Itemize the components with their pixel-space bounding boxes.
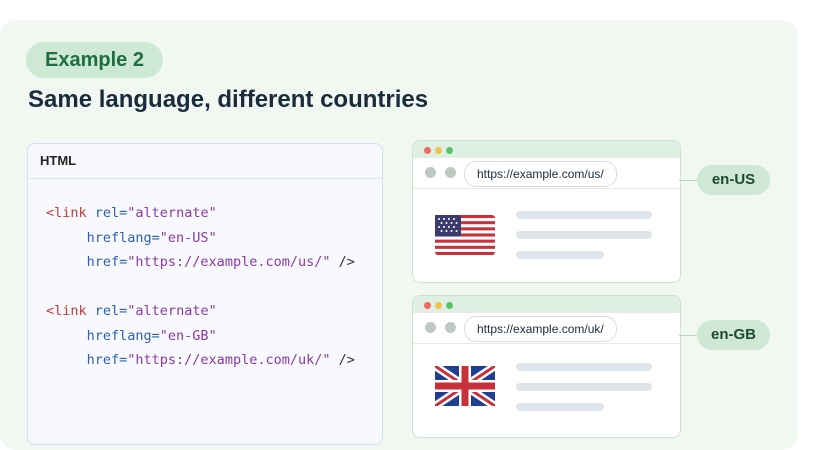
- forward-icon[interactable]: [445, 322, 456, 333]
- address-bar: https://example.com/us/: [413, 158, 680, 189]
- minimize-dot-icon[interactable]: [435, 302, 442, 309]
- code-value: "alternate": [127, 205, 217, 221]
- maximize-dot-icon[interactable]: [446, 147, 453, 154]
- maximize-dot-icon[interactable]: [446, 302, 453, 309]
- back-icon[interactable]: [425, 167, 436, 178]
- url-field[interactable]: https://example.com/us/: [464, 161, 617, 187]
- url-field[interactable]: https://example.com/uk/: [464, 316, 617, 342]
- content-placeholder-line: [516, 211, 652, 219]
- minimize-dot-icon[interactable]: [435, 147, 442, 154]
- page-title: Same language, different countries: [28, 86, 429, 113]
- code-tag: <link: [46, 205, 87, 221]
- content-placeholder-line: [516, 403, 604, 411]
- code-panel: HTML <link rel="alternate" hreflang="en-…: [27, 143, 383, 445]
- uk-flag-icon: [435, 366, 495, 406]
- code-value: "en-US": [159, 229, 217, 246]
- code-close: />: [330, 352, 355, 368]
- code-attr: href=: [86, 352, 128, 368]
- code-attr: hreflang=: [86, 327, 160, 344]
- code-value: "https://example.com/us/": [127, 254, 331, 270]
- connector-line: [679, 335, 697, 336]
- code-value: "https://example.com/uk/": [127, 352, 331, 368]
- address-bar: https://example.com/uk/: [413, 313, 680, 344]
- close-dot-icon[interactable]: [424, 147, 431, 154]
- code-block: <link rel="alternate" hreflang="en-US" h…: [46, 201, 355, 373]
- content-placeholder-line: [516, 231, 652, 239]
- code-attr: rel=: [94, 205, 128, 221]
- code-value: "en-GB": [159, 327, 217, 344]
- code-panel-header: HTML: [28, 144, 382, 179]
- close-dot-icon[interactable]: [424, 302, 431, 309]
- browser-titlebar: [413, 296, 680, 313]
- code-tag: <link: [46, 303, 87, 319]
- code-close: />: [330, 254, 355, 270]
- code-attr: href=: [86, 254, 128, 270]
- browser-window-us: https://example.com/us/: [412, 140, 681, 283]
- connector-line: [679, 180, 697, 181]
- forward-icon[interactable]: [445, 167, 456, 178]
- example-badge: Example 2: [26, 42, 163, 78]
- back-icon[interactable]: [425, 322, 436, 333]
- locale-pill-en-gb: en-GB: [697, 320, 770, 350]
- us-flag-icon: [435, 215, 495, 255]
- locale-pill-en-us: en-US: [697, 165, 770, 195]
- code-attr: rel=: [94, 303, 128, 319]
- code-attr: hreflang=: [86, 229, 160, 246]
- content-placeholder-line: [516, 363, 652, 371]
- browser-window-uk: https://example.com/uk/: [412, 295, 681, 438]
- content-placeholder-line: [516, 383, 652, 391]
- browser-titlebar: [413, 141, 680, 158]
- code-value: "alternate": [127, 303, 217, 319]
- content-placeholder-line: [516, 251, 604, 259]
